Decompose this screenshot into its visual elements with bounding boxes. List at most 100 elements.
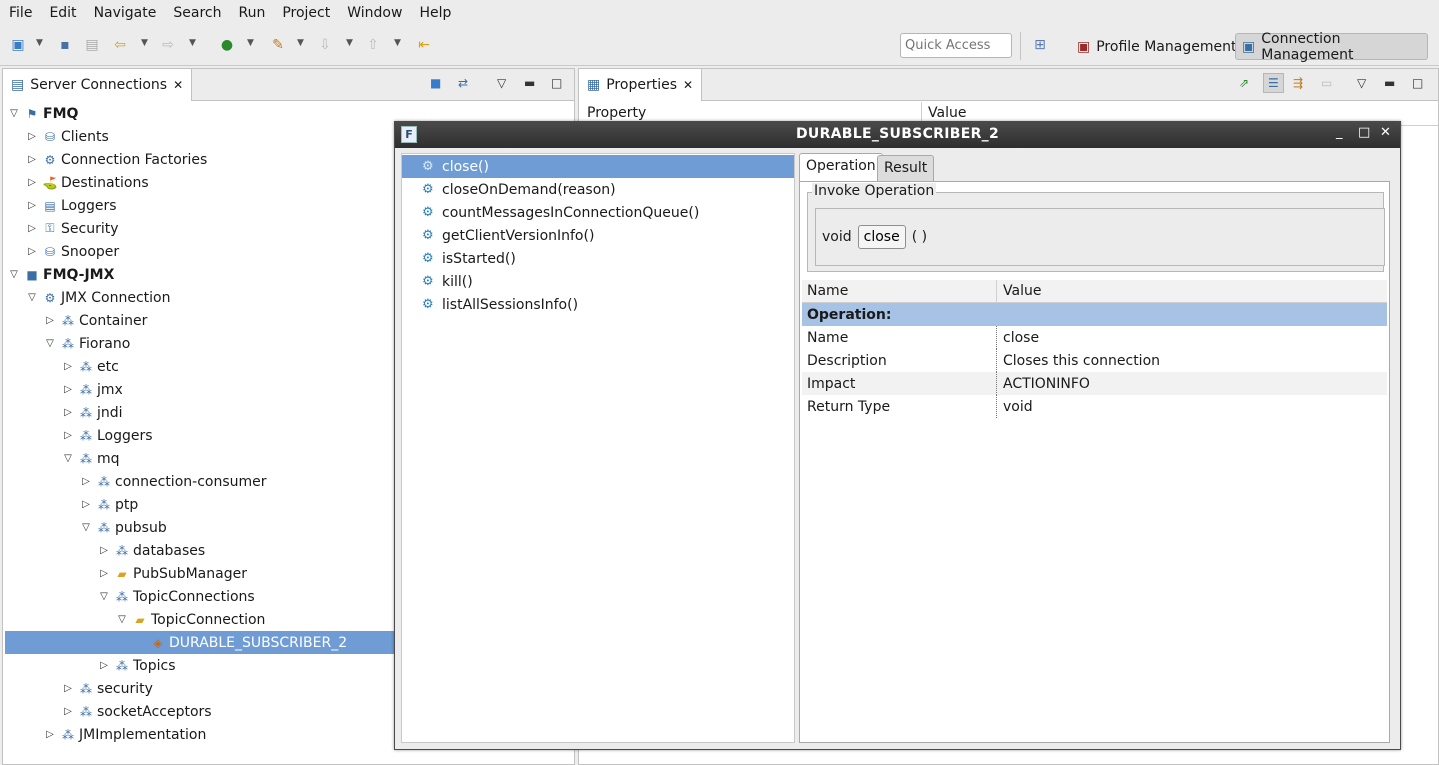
prev-annotation-dropdown-icon[interactable]: ▼ <box>394 38 401 48</box>
close-icon[interactable]: ✕ <box>173 78 183 92</box>
operation-item[interactable]: ⚙ countMessagesInConnectionQueue() <box>402 201 794 224</box>
tree-item[interactable]: ▷ ⁂ databases <box>95 539 205 562</box>
value-column-header[interactable]: Value <box>997 280 1387 302</box>
operation-item[interactable]: ⚙ listAllSessionsInfo() <box>402 293 794 316</box>
tool-dropdown-icon[interactable]: ▼ <box>297 38 304 48</box>
table-row[interactable]: Name close <box>802 326 1387 349</box>
tree-item[interactable]: ▷ ▤ Loggers <box>23 194 116 217</box>
next-annotation-icon[interactable]: ⇩ <box>315 35 335 55</box>
collapsed-twisty-icon[interactable]: ▷ <box>77 499 95 510</box>
tab-result[interactable]: Result <box>877 155 935 183</box>
minimize-window-icon[interactable]: _ <box>1336 125 1343 140</box>
operation-item[interactable]: ⚙ isStarted() <box>402 247 794 270</box>
tree-item[interactable]: ▷ ⁂ etc <box>59 355 119 378</box>
tree-item[interactable]: ▷ ⁂ jndi <box>59 401 122 424</box>
new-dropdown-icon[interactable]: ▼ <box>36 38 43 48</box>
pin-icon[interactable]: ⇗ <box>1239 76 1249 90</box>
collapsed-twisty-icon[interactable]: ▷ <box>23 200 41 211</box>
menu-edit[interactable]: Edit <box>40 0 84 26</box>
table-row[interactable]: Description Closes this connection <box>802 349 1387 372</box>
collapsed-twisty-icon[interactable]: ▷ <box>41 729 59 740</box>
tree-item[interactable]: ▷ ⚿ Security <box>23 217 118 240</box>
value-column-header[interactable]: Value <box>928 105 966 121</box>
tree-item[interactable]: ▽ ■ FMQ-JMX <box>5 263 114 286</box>
add-server-icon[interactable]: ■ <box>430 76 441 90</box>
tree-item[interactable]: ▷ ⁂ connection-consumer <box>77 470 266 493</box>
tab-operation[interactable]: Operation <box>799 153 883 182</box>
maximize-icon[interactable]: □ <box>551 76 562 90</box>
run-dropdown-icon[interactable]: ▼ <box>247 38 254 48</box>
collapsed-twisty-icon[interactable]: ▷ <box>77 476 95 487</box>
tree-item[interactable]: ▷ ⛳ Destinations <box>23 171 149 194</box>
collapsed-twisty-icon[interactable]: ▷ <box>23 223 41 234</box>
tree-item[interactable]: ▽ ⚙ JMX Connection <box>23 286 170 309</box>
minimize-icon[interactable]: ▬ <box>1384 76 1395 90</box>
new-icon[interactable]: ▣ <box>8 35 28 55</box>
tree-item[interactable]: ▷ ⛁ Snooper <box>23 240 119 263</box>
close-window-icon[interactable]: ✕ <box>1380 125 1391 140</box>
tree-item[interactable]: ◈ DURABLE_SUBSCRIBER_2 <box>5 631 397 654</box>
profile-management-perspective[interactable]: ▣ Profile Management <box>1071 33 1242 60</box>
table-row[interactable]: Return Type void <box>802 395 1387 418</box>
collapsed-twisty-icon[interactable]: ▷ <box>59 706 77 717</box>
collapsed-twisty-icon[interactable]: ▷ <box>59 407 77 418</box>
tree-item[interactable]: ▽ ⁂ TopicConnections <box>95 585 255 608</box>
menu-project[interactable]: Project <box>273 0 338 26</box>
operation-item[interactable]: ⚙ closeOnDemand(reason) <box>402 178 794 201</box>
connection-management-perspective[interactable]: ▣ Connection Management <box>1235 31 1428 63</box>
tree-item[interactable]: ▷ ⁂ security <box>59 677 153 700</box>
back-icon[interactable]: ⇦ <box>110 35 130 55</box>
expanded-twisty-icon[interactable]: ▽ <box>41 338 59 349</box>
tool-icon[interactable]: ✎ <box>268 35 288 55</box>
tree-item[interactable]: ▷ ⚙ Connection Factories <box>23 148 207 171</box>
forward-dropdown-icon[interactable]: ▼ <box>189 38 196 48</box>
open-perspective-icon[interactable]: ⊞ <box>1030 35 1050 55</box>
back-dropdown-icon[interactable]: ▼ <box>141 38 148 48</box>
operation-group-row[interactable]: Operation: <box>802 303 1387 326</box>
property-column-header[interactable]: Property <box>587 105 646 121</box>
tree-item[interactable]: ▷ ⁂ JMImplementation <box>41 723 206 746</box>
collapsed-twisty-icon[interactable]: ▷ <box>95 545 113 556</box>
tree-item[interactable]: ▽ ▰ TopicConnection <box>113 608 265 631</box>
maximize-icon[interactable]: □ <box>1412 76 1423 90</box>
menu-run[interactable]: Run <box>229 0 273 26</box>
collapsed-twisty-icon[interactable]: ▷ <box>95 568 113 579</box>
tree-item[interactable]: ▷ ⁂ jmx <box>59 378 123 401</box>
name-column-header[interactable]: Name <box>802 280 997 302</box>
print-icon[interactable]: ▤ <box>82 35 102 55</box>
tree-item[interactable]: ▽ ⁂ mq <box>59 447 119 470</box>
tree-item[interactable]: ▷ ▰ PubSubManager <box>95 562 247 585</box>
tree-item[interactable]: ▷ ⁂ socketAcceptors <box>59 700 211 723</box>
expanded-twisty-icon[interactable]: ▽ <box>95 591 113 602</box>
tree-item[interactable]: ▽ ⁂ pubsub <box>77 516 167 539</box>
tree-item[interactable]: ▷ ⁂ Loggers <box>59 424 152 447</box>
operation-item[interactable]: ⚙ kill() <box>402 270 794 293</box>
menu-file[interactable]: File <box>0 0 40 26</box>
restore-default-icon[interactable]: ▭ <box>1321 76 1332 90</box>
view-menu-icon[interactable]: ▽ <box>1357 76 1366 90</box>
connect-icon[interactable]: ⇄ <box>458 76 468 90</box>
tree-item[interactable]: ▷ ⁂ Topics <box>95 654 175 677</box>
expanded-twisty-icon[interactable]: ▽ <box>5 108 23 119</box>
menu-search[interactable]: Search <box>164 0 229 26</box>
dialog-title-bar[interactable]: F DURABLE_SUBSCRIBER_2 _ □ ✕ <box>395 122 1400 148</box>
tree-item[interactable]: ▷ ⛁ Clients <box>23 125 109 148</box>
collapsed-twisty-icon[interactable]: ▷ <box>23 177 41 188</box>
expanded-twisty-icon[interactable]: ▽ <box>23 292 41 303</box>
menu-window[interactable]: Window <box>338 0 410 26</box>
tree-item[interactable]: ▽ ⁂ Fiorano <box>41 332 130 355</box>
tab-server-connections[interactable]: ▤ Server Connections ✕ <box>3 69 193 101</box>
last-edit-icon[interactable]: ⇤ <box>414 35 434 55</box>
minimize-icon[interactable]: ▬ <box>524 76 535 90</box>
invoke-close-button[interactable]: close <box>857 225 906 249</box>
maximize-window-icon[interactable]: □ <box>1358 125 1370 140</box>
quick-access-input[interactable] <box>900 33 1012 58</box>
operation-item[interactable]: ⚙ getClientVersionInfo() <box>402 224 794 247</box>
categories-icon[interactable]: ☰ <box>1263 73 1284 93</box>
view-menu-icon[interactable]: ▽ <box>497 76 506 90</box>
collapsed-twisty-icon[interactable]: ▷ <box>59 384 77 395</box>
tree-item[interactable]: ▷ ⁂ Container <box>41 309 147 332</box>
collapsed-twisty-icon[interactable]: ▷ <box>59 361 77 372</box>
collapsed-twisty-icon[interactable]: ▷ <box>95 660 113 671</box>
operation-item[interactable]: ⚙ close() <box>402 155 794 178</box>
